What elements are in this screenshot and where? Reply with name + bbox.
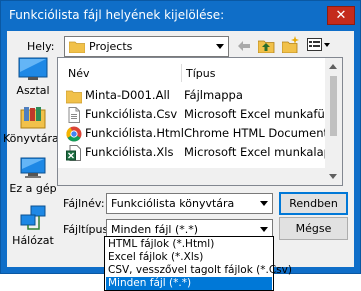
close-button[interactable]: ✕ <box>327 6 355 25</box>
column-header-name[interactable]: Név <box>68 67 90 80</box>
view-menu-button[interactable] <box>307 38 331 52</box>
ok-button-label: Rendben <box>289 197 338 210</box>
filename-dropdown-button[interactable] <box>255 194 272 213</box>
view-menu-icon <box>307 38 330 51</box>
scroll-thumb[interactable] <box>330 76 337 136</box>
folder-icon <box>69 41 85 53</box>
file-name: Minta-D001.All <box>85 88 170 102</box>
filetype-value: Minden fájl (*.*) <box>111 223 199 236</box>
scroll-down-icon[interactable] <box>329 174 337 179</box>
folder-icon <box>66 90 82 104</box>
file-name: Funkciólista.Xls <box>85 145 174 159</box>
close-icon: ✕ <box>335 8 347 23</box>
scroll-up-icon[interactable] <box>329 64 337 69</box>
file-type: Chrome HTML Document <box>184 126 328 140</box>
filetype-option[interactable]: HTML fájlok (*.Html) <box>106 238 272 251</box>
desktop-icon <box>18 57 48 80</box>
dialog-window: Funkciólista fájl helyének kijelölése: ✕… <box>0 0 361 274</box>
file-type: Fájlmappa <box>184 88 243 102</box>
location-combo[interactable]: Projects <box>64 36 229 57</box>
network-icon <box>20 205 46 230</box>
csv-file-icon <box>68 107 80 123</box>
back-arrow-icon[interactable] <box>237 40 251 52</box>
place-label: Hálózat <box>12 234 54 247</box>
list-item[interactable]: Funkciólista.Xls Microsoft Excel munkala… <box>58 143 331 162</box>
filetype-dropdown-list: HTML fájlok (*.Html) Excel fájlok (*.Xls… <box>104 236 292 291</box>
computer-icon <box>20 157 46 178</box>
dialog-title: Funkciólista fájl helyének kijelölése: <box>9 8 225 22</box>
chevron-down-icon <box>260 201 268 206</box>
list-item[interactable]: Funkciólista.Html Chrome HTML Document <box>58 124 328 143</box>
column-header-type[interactable]: Típus <box>186 67 215 80</box>
horizontal-scrollbar[interactable] <box>58 168 327 185</box>
place-label: Asztal <box>16 84 50 97</box>
filetype-option[interactable]: CSV, vesszővel tagolt fájlok (*.Csv) <box>106 264 292 277</box>
cancel-button-label: Mégse <box>295 222 332 235</box>
column-divider[interactable] <box>181 64 182 82</box>
file-name: Funkciólista.Csv <box>85 107 178 121</box>
excel-file-icon <box>66 145 81 161</box>
filename-label: Fájlnév: <box>63 197 105 210</box>
filename-field[interactable]: Funkciólista könyvtára <box>106 193 273 214</box>
chrome-icon <box>66 126 82 142</box>
filename-value: Funkciólista könyvtára <box>111 197 235 210</box>
chevron-down-icon <box>216 44 224 49</box>
file-list[interactable]: Név Típus Minta-D001.All Fájlmappa Funkc… <box>57 57 343 186</box>
filetype-option[interactable]: Excel fájlok (*.Xls) <box>106 251 272 264</box>
cancel-button[interactable]: Mégse <box>279 217 348 240</box>
ok-button[interactable]: Rendben <box>279 192 348 215</box>
list-item[interactable]: Minta-D001.All Fájlmappa <box>58 86 328 105</box>
file-type: Microsoft Excel munkalap <box>184 145 331 159</box>
up-folder-icon[interactable] <box>258 37 275 53</box>
dialog-body: Hely: Projects Asztal Könyvtárak Ez a gé… <box>3 31 354 267</box>
place-label: Ez a gép <box>9 182 57 195</box>
location-label: Hely: <box>27 40 55 53</box>
filetype-option-selected[interactable]: Minden fájl (*.*) <box>106 277 272 290</box>
file-name: Funkciólista.Html <box>85 126 184 140</box>
place-label: Könyvtárak <box>3 132 66 145</box>
chevron-down-icon <box>260 227 268 232</box>
location-value: Projects <box>89 40 133 53</box>
location-dropdown-button[interactable] <box>211 37 228 56</box>
title-bar[interactable]: Funkciólista fájl helyének kijelölése: ✕ <box>1 1 360 31</box>
filetype-label: Fájltípus: <box>63 223 112 236</box>
new-folder-icon[interactable] <box>282 36 300 53</box>
libraries-icon <box>20 107 46 129</box>
list-item[interactable]: Funkciólista.Csv Microsoft Excel munkafü… <box>58 105 342 124</box>
file-type: Microsoft Excel munkafüzet <box>184 107 343 121</box>
vertical-scrollbar[interactable] <box>325 58 342 185</box>
